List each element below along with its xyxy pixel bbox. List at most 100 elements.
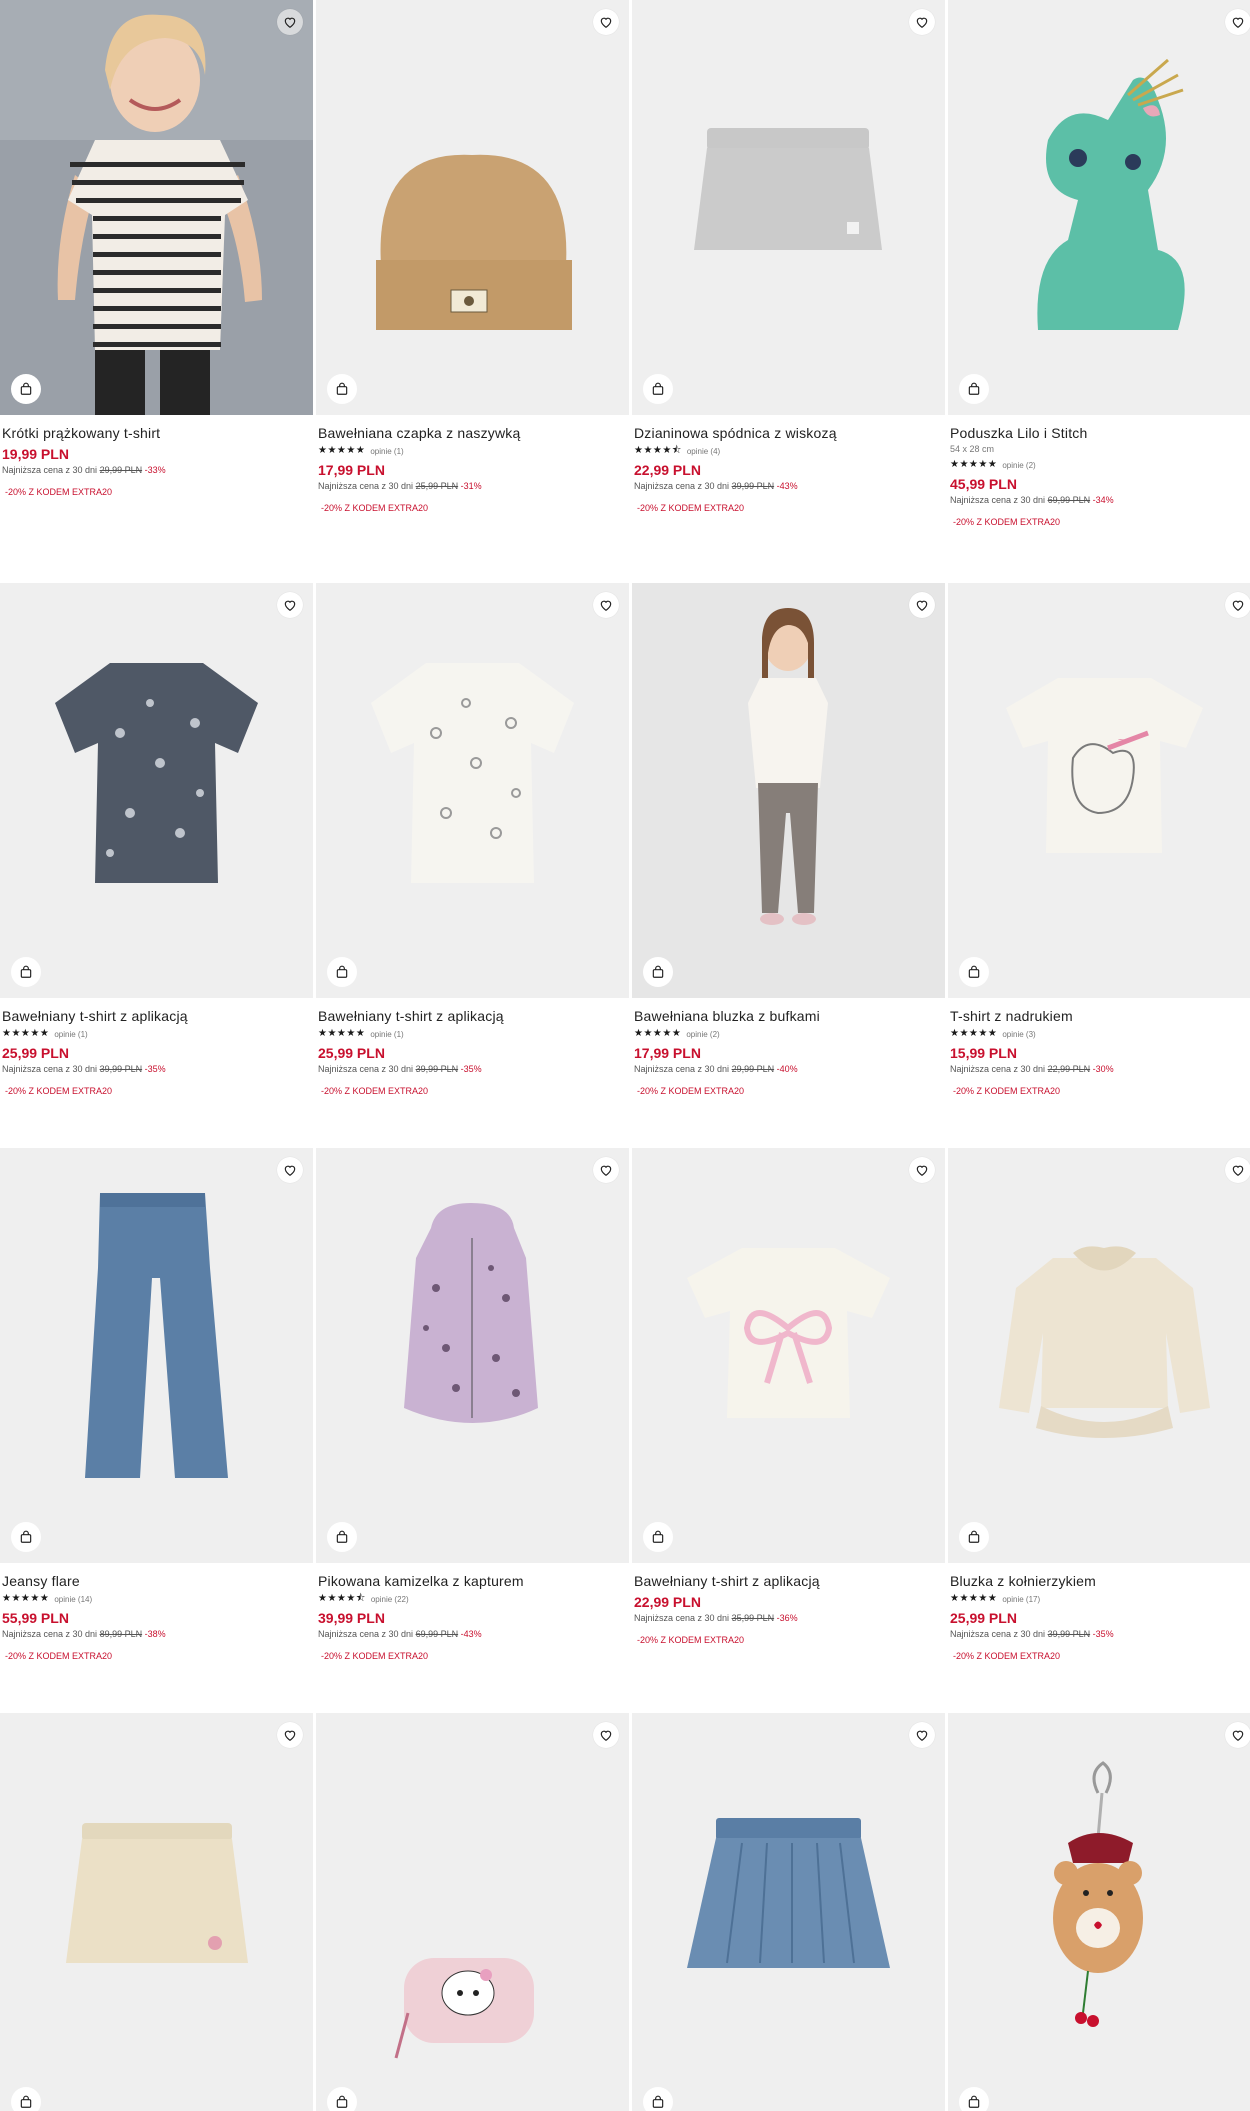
favorite-button[interactable] <box>593 1157 619 1183</box>
heart-icon <box>600 1165 612 1176</box>
add-to-cart-button[interactable] <box>643 957 673 987</box>
product-dimensions: 54 x 28 cm <box>950 444 995 454</box>
review-count[interactable]: opinie (1) <box>54 1030 87 1039</box>
review-count[interactable]: opinie (14) <box>54 1595 92 1604</box>
favorite-button[interactable] <box>277 9 303 35</box>
favorite-button[interactable] <box>909 592 935 618</box>
add-to-cart-button[interactable] <box>959 374 989 404</box>
favorite-button[interactable] <box>909 9 935 35</box>
product-name[interactable]: T-shirt z nadrukiem <box>950 1007 1250 1025</box>
favorite-button[interactable] <box>909 1157 935 1183</box>
review-count[interactable]: opinie (17) <box>1002 1595 1040 1604</box>
add-to-cart-button[interactable] <box>959 2087 989 2111</box>
add-to-cart-button[interactable] <box>959 957 989 987</box>
favorite-button[interactable] <box>1225 1722 1250 1748</box>
svg-text:~: ~ <box>1118 735 1124 746</box>
product-price: 25,99 PLN <box>950 1610 1017 1626</box>
product-name[interactable]: Bawełniana czapka z naszywką <box>318 424 623 442</box>
product-image[interactable] <box>0 0 313 415</box>
add-to-cart-button[interactable] <box>11 2087 41 2111</box>
discount-percent: -36% <box>776 1613 798 1623</box>
product-name[interactable]: Bluzka z kołnierzykiem <box>950 1572 1250 1590</box>
discount-percent: -34% <box>1092 495 1114 505</box>
product-name[interactable]: Bawełniany t-shirt z aplikacją <box>2 1007 307 1025</box>
product-name[interactable]: Jeansy flare <box>2 1572 307 1590</box>
lowest-price-info: Najniższa cena z 30 dni 22,99 PLN -30% <box>950 1062 1250 1076</box>
product-image[interactable] <box>948 0 1250 415</box>
lowest-price-label: Najniższa cena z 30 dni <box>2 1064 98 1074</box>
favorite-button[interactable] <box>593 1722 619 1748</box>
promo-code: -20% Z KODEM EXTRA20 <box>953 1086 1061 1096</box>
product-photo <box>632 1148 945 1563</box>
review-count[interactable]: opinie (2) <box>1002 461 1035 470</box>
favorite-button[interactable] <box>1225 9 1250 35</box>
add-to-cart-button[interactable] <box>327 374 357 404</box>
favorite-button[interactable] <box>593 592 619 618</box>
product-image[interactable] <box>316 1148 629 1563</box>
promo-code: -20% Z KODEM EXTRA20 <box>5 1651 113 1661</box>
product-name[interactable]: Poduszka Lilo i Stitch <box>950 424 1250 442</box>
product-name[interactable]: Bawełniany t-shirt z aplikacją <box>634 1572 939 1590</box>
favorite-button[interactable] <box>1225 1157 1250 1183</box>
add-to-cart-button[interactable] <box>327 2087 357 2111</box>
heart-icon <box>284 1730 296 1741</box>
add-to-cart-button[interactable] <box>327 957 357 987</box>
shopping-bag-icon <box>20 965 32 978</box>
favorite-button[interactable] <box>277 1157 303 1183</box>
product-image[interactable] <box>948 1713 1250 2111</box>
product-name[interactable]: Bawełniany t-shirt z aplikacją <box>318 1007 623 1025</box>
product-image[interactable] <box>0 583 313 998</box>
old-price: 25,99 PLN <box>415 481 459 491</box>
shopping-bag-icon <box>652 2095 664 2108</box>
promo-code: -20% Z KODEM EXTRA20 <box>637 1086 745 1096</box>
product-image[interactable] <box>316 583 629 998</box>
favorite-button[interactable] <box>593 9 619 35</box>
add-to-cart-button[interactable] <box>11 957 41 987</box>
rating-stars: ★★★★★ <box>318 445 366 456</box>
old-price: 39,99 PLN <box>731 481 775 491</box>
product-image[interactable] <box>316 0 629 415</box>
review-count[interactable]: opinie (22) <box>371 1595 409 1604</box>
product-name[interactable]: Bawełniana bluzka z bufkami <box>634 1007 939 1025</box>
review-count[interactable]: opinie (1) <box>370 447 403 456</box>
product-image[interactable]: ~ <box>948 583 1250 998</box>
add-to-cart-button[interactable] <box>643 1522 673 1552</box>
rating: ★★★★★ opinie (1) <box>318 1027 623 1041</box>
promo-code: -20% Z KODEM EXTRA20 <box>5 1086 113 1096</box>
product-name[interactable]: Pikowana kamizelka z kapturem <box>318 1572 623 1590</box>
product-image[interactable] <box>948 1148 1250 1563</box>
product-image[interactable] <box>632 1148 945 1563</box>
add-to-cart-button[interactable] <box>959 1522 989 1552</box>
shopping-bag-icon <box>968 382 980 395</box>
product-image[interactable] <box>632 0 945 415</box>
add-to-cart-button[interactable] <box>643 374 673 404</box>
rating-stars: ★★★★⯪ <box>318 1593 366 1604</box>
review-count[interactable]: opinie (4) <box>687 447 720 456</box>
product-image[interactable] <box>316 1713 629 2111</box>
promo-code: -20% Z KODEM EXTRA20 <box>637 503 745 513</box>
review-count[interactable]: opinie (3) <box>1002 1030 1035 1039</box>
add-to-cart-button[interactable] <box>11 374 41 404</box>
product-price: 17,99 PLN <box>634 1045 701 1061</box>
product-name[interactable]: Dzianinowa spódnica z wiskozą <box>634 424 939 442</box>
favorite-button[interactable] <box>1225 592 1250 618</box>
add-to-cart-button[interactable] <box>327 1522 357 1552</box>
favorite-button[interactable] <box>909 1722 935 1748</box>
add-to-cart-button[interactable] <box>11 1522 41 1552</box>
product-photo <box>0 1713 313 2111</box>
add-to-cart-button[interactable] <box>643 2087 673 2111</box>
product-image[interactable] <box>0 1148 313 1563</box>
review-count[interactable]: opinie (2) <box>686 1030 719 1039</box>
product-name[interactable]: Krótki prążkowany t-shirt <box>2 424 307 442</box>
review-count[interactable]: opinie (1) <box>370 1030 403 1039</box>
lowest-price-label: Najniższa cena z 30 dni <box>318 1064 414 1074</box>
favorite-button[interactable] <box>277 592 303 618</box>
heart-icon <box>600 17 612 28</box>
rating-stars: ★★★★★ <box>950 1028 998 1039</box>
product-image[interactable] <box>632 583 945 998</box>
product-image[interactable] <box>0 1713 313 2111</box>
favorite-button[interactable] <box>277 1722 303 1748</box>
product-info: Dzianinowa spódnica z wiskozą ★★★★⯪ opini… <box>634 424 939 515</box>
product-image[interactable] <box>632 1713 945 2111</box>
promo-code: -20% Z KODEM EXTRA20 <box>5 487 113 497</box>
